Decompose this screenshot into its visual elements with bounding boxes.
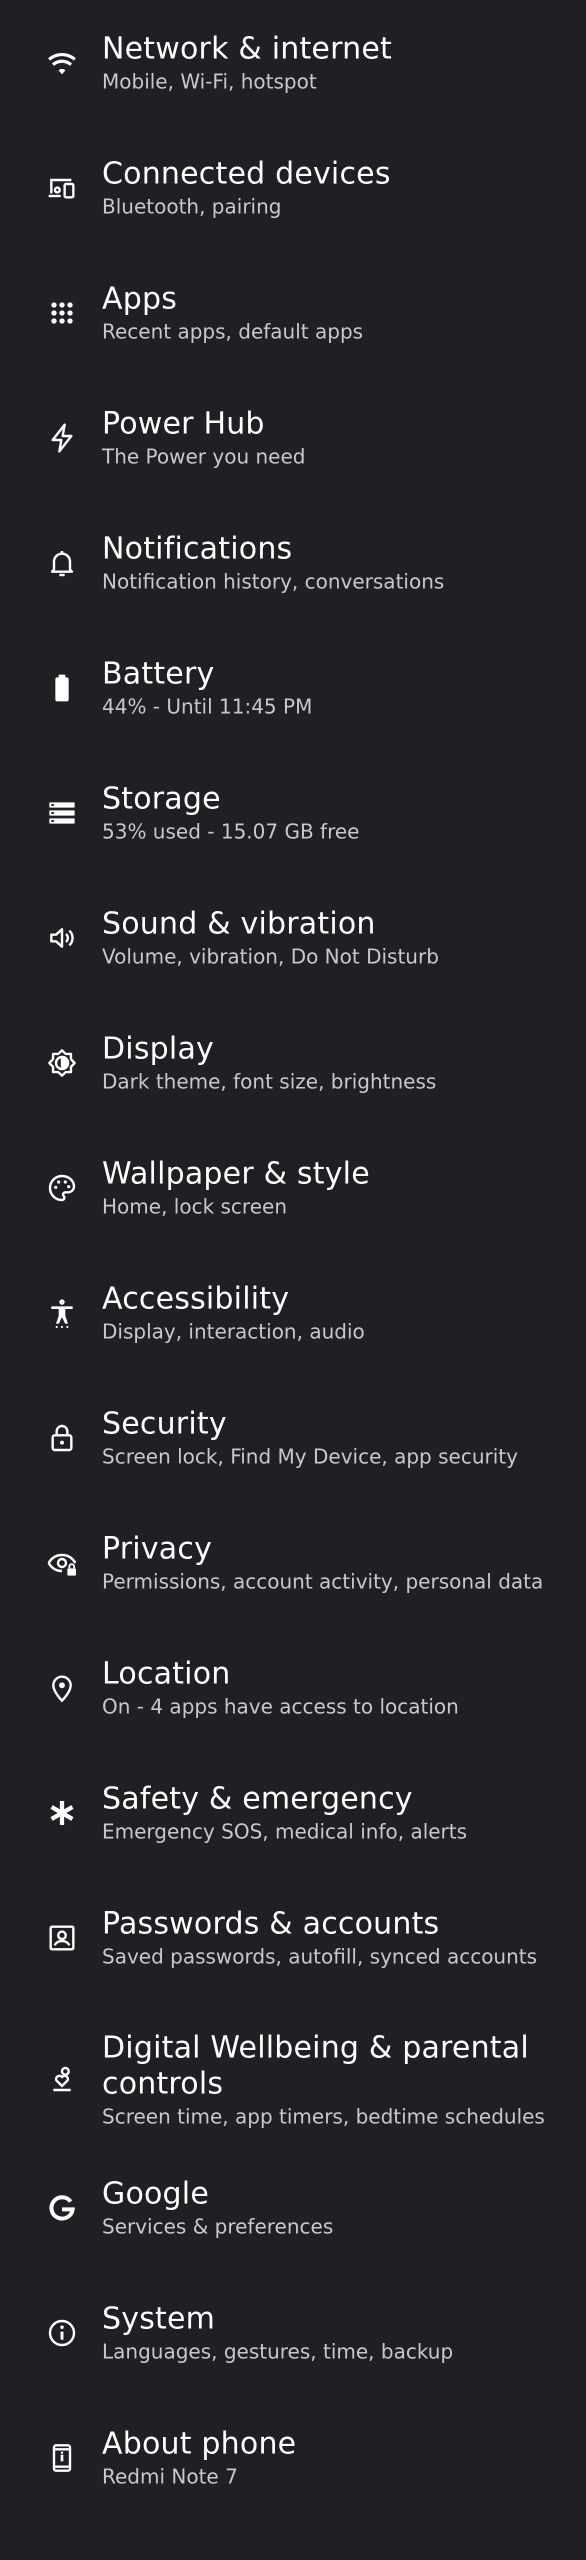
item-title: Google: [102, 2176, 209, 2211]
item-subtitle: 53% used - 15.07 GB free: [102, 819, 360, 843]
settings-item-apps[interactable]: Apps Recent apps, default apps: [0, 250, 586, 375]
item-title: Storage: [102, 781, 221, 816]
item-subtitle: Redmi Note 7: [102, 2464, 238, 2488]
settings-item-storage[interactable]: Storage 53% used - 15.07 GB free: [0, 750, 586, 875]
battery-icon: [42, 668, 82, 708]
lock-icon: [42, 1418, 82, 1458]
item-title: Passwords & accounts: [102, 1906, 440, 1941]
item-subtitle: Bluetooth, pairing: [102, 194, 282, 218]
brightness-icon: [42, 1043, 82, 1083]
item-subtitle: Notification history, conversations: [102, 569, 445, 593]
item-subtitle: Saved passwords, autofill, synced accoun…: [102, 1944, 538, 1968]
settings-item-privacy[interactable]: Privacy Permissions, account activity, p…: [0, 1500, 586, 1625]
asterisk-icon: [42, 1793, 82, 1833]
item-title: Privacy: [102, 1531, 213, 1566]
item-title: Digital Wellbeing & parental controls: [102, 2030, 529, 2102]
wellbeing-icon: [42, 2060, 82, 2100]
item-subtitle: Volume, vibration, Do Not Disturb: [102, 944, 439, 968]
settings-item-about-phone[interactable]: About phone Redmi Note 7: [0, 2395, 586, 2520]
settings-item-power-hub[interactable]: Power Hub The Power you need: [0, 375, 586, 500]
item-title: Wallpaper & style: [102, 1156, 370, 1191]
item-title: Power Hub: [102, 406, 265, 441]
settings-item-safety[interactable]: Safety & emergency Emergency SOS, medica…: [0, 1750, 586, 1875]
storage-icon: [42, 793, 82, 833]
devices-icon: [42, 168, 82, 208]
item-subtitle: Dark theme, font size, brightness: [102, 1069, 437, 1093]
settings-item-accessibility[interactable]: Accessibility Display, interaction, audi…: [0, 1250, 586, 1375]
item-title: Notifications: [102, 531, 293, 566]
location-pin-icon: [42, 1668, 82, 1708]
item-title: Apps: [102, 281, 178, 316]
item-subtitle: Mobile, Wi-Fi, hotspot: [102, 69, 317, 93]
item-title: Sound & vibration: [102, 906, 376, 941]
item-subtitle: Services & preferences: [102, 2214, 334, 2238]
item-title: Security: [102, 1406, 227, 1441]
palette-icon: [42, 1168, 82, 1208]
settings-item-connected-devices[interactable]: Connected devices Bluetooth, pairing: [0, 125, 586, 250]
item-title: Location: [102, 1656, 231, 1691]
settings-item-wellbeing[interactable]: Digital Wellbeing & parental controls Sc…: [0, 2000, 586, 2160]
item-title: Battery: [102, 656, 215, 691]
apps-grid-icon: [42, 293, 82, 333]
bell-icon: [42, 543, 82, 583]
item-title: Network & internet: [102, 31, 392, 66]
item-subtitle: Emergency SOS, medical info, alerts: [102, 1819, 468, 1843]
speaker-icon: [42, 918, 82, 958]
settings-item-display[interactable]: Display Dark theme, font size, brightnes…: [0, 1000, 586, 1125]
settings-item-location[interactable]: Location On - 4 apps have access to loca…: [0, 1625, 586, 1750]
settings-list: Network & internet Mobile, Wi-Fi, hotspo…: [0, 0, 586, 2560]
lightning-icon: [42, 418, 82, 458]
item-subtitle: Screen lock, Find My Device, app securit…: [102, 1444, 518, 1468]
item-title: Accessibility: [102, 1281, 290, 1316]
account-box-icon: [42, 1918, 82, 1958]
settings-item-passwords[interactable]: Passwords & accounts Saved passwords, au…: [0, 1875, 586, 2000]
item-subtitle: The Power you need: [102, 444, 306, 468]
settings-item-google[interactable]: Google Services & preferences: [0, 2145, 586, 2270]
settings-item-wallpaper[interactable]: Wallpaper & style Home, lock screen: [0, 1125, 586, 1250]
item-title: Safety & emergency: [102, 1781, 413, 1816]
item-subtitle: Recent apps, default apps: [102, 319, 364, 343]
info-icon: [42, 2313, 82, 2353]
item-title: Display: [102, 1031, 214, 1066]
eye-lock-icon: [42, 1543, 82, 1583]
settings-item-system[interactable]: System Languages, gestures, time, backup: [0, 2270, 586, 2395]
item-title: System: [102, 2301, 216, 2336]
item-subtitle: Screen time, app timers, bedtime schedul…: [102, 2104, 545, 2129]
settings-item-notifications[interactable]: Notifications Notification history, conv…: [0, 500, 586, 625]
phone-icon: [42, 2438, 82, 2478]
settings-item-network[interactable]: Network & internet Mobile, Wi-Fi, hotspo…: [0, 0, 586, 125]
item-subtitle: On - 4 apps have access to location: [102, 1694, 459, 1718]
settings-item-battery[interactable]: Battery 44% - Until 11:45 PM: [0, 625, 586, 750]
settings-item-sound[interactable]: Sound & vibration Volume, vibration, Do …: [0, 875, 586, 1000]
item-subtitle: Permissions, account activity, personal …: [102, 1569, 544, 1593]
item-title: Connected devices: [102, 156, 391, 191]
item-subtitle: Display, interaction, audio: [102, 1319, 365, 1343]
accessibility-icon: [42, 1293, 82, 1333]
item-subtitle: 44% - Until 11:45 PM: [102, 694, 313, 718]
settings-item-security[interactable]: Security Screen lock, Find My Device, ap…: [0, 1375, 586, 1500]
item-title: About phone: [102, 2426, 297, 2461]
item-subtitle: Home, lock screen: [102, 1194, 287, 1218]
item-subtitle: Languages, gestures, time, backup: [102, 2339, 454, 2363]
google-g-icon: [42, 2188, 82, 2228]
wifi-icon: [42, 43, 82, 83]
